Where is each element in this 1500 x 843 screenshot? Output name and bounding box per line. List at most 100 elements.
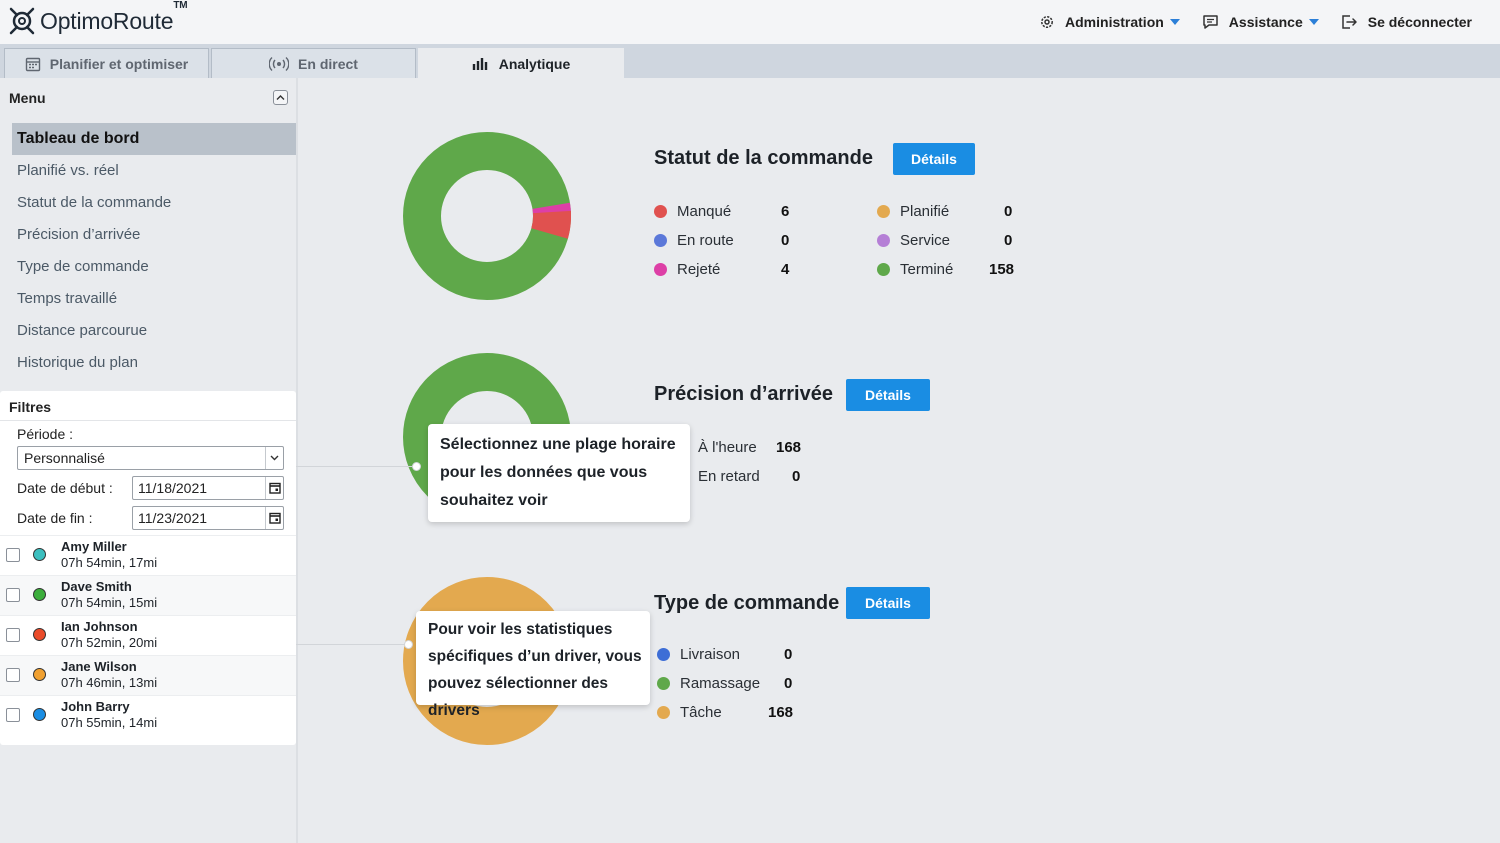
caret-down-icon [1308, 19, 1319, 25]
admin-label: Administration [1065, 14, 1164, 30]
driver-row[interactable]: Ian Johnson 07h 52min, 20mi [0, 615, 296, 655]
legend-item-delivery: Livraison [657, 646, 740, 663]
sidebar: Menu Tableau de bord Planifié vs. réel S… [0, 78, 298, 843]
start-date-value: 11/18/2021 [138, 480, 208, 496]
menu-item-time-worked[interactable]: Temps travaillé [12, 283, 296, 315]
callout-period-tip: Sélectionnez une plage horaire pour les … [428, 424, 690, 522]
driver-color-dot [33, 588, 46, 601]
legend-label: Livraison [680, 646, 741, 663]
collapse-menu-button[interactable] [273, 90, 288, 105]
driver-stats: 07h 54min, 17mi [61, 555, 158, 570]
top-bar: OptimoRouteTM Administration Assistance … [0, 0, 1500, 44]
legend-dot [654, 205, 667, 218]
legend-value: 0 [1004, 203, 1013, 220]
filters-panel: Filtres Période : Personnalisé Date de d… [0, 391, 296, 745]
divider [0, 420, 296, 421]
tab-live[interactable]: En direct [211, 48, 416, 78]
legend-dot [877, 205, 890, 218]
driver-stats: 07h 54min, 15mi [61, 595, 158, 610]
driver-checkbox[interactable] [6, 548, 20, 562]
start-date-input[interactable]: 11/18/2021 [132, 476, 284, 500]
driver-name: Dave Smith [61, 579, 132, 594]
logo-icon [9, 7, 35, 35]
admin-menu[interactable]: Administration [1039, 14, 1180, 30]
legend-item-service: Service [877, 232, 950, 249]
period-label: Période : [17, 426, 74, 442]
driver-checkbox[interactable] [6, 668, 20, 682]
arrival-late-label: En retard [698, 468, 760, 485]
support-label: Assistance [1228, 14, 1303, 30]
tab-analytics[interactable]: Analytique [418, 48, 624, 78]
order-status-donut[interactable] [403, 132, 571, 300]
legend-value: 0 [784, 646, 793, 663]
legend-label: Planifié [900, 203, 950, 220]
driver-checkbox[interactable] [6, 708, 20, 722]
driver-stats: 07h 55min, 14mi [61, 715, 158, 730]
order-status-title: Statut de la commande [654, 147, 873, 169]
tab-live-label: En direct [298, 55, 358, 72]
driver-row[interactable]: Dave Smith 07h 54min, 15mi [0, 575, 296, 615]
arrival-late-value: 0 [792, 468, 801, 485]
legend-label: Terminé [900, 261, 954, 278]
menu-item-order-status[interactable]: Statut de la commande [12, 187, 296, 219]
end-date-input[interactable]: 11/23/2021 [132, 506, 284, 530]
menu-item-plan-history[interactable]: Historique du plan [12, 347, 296, 379]
legend-item-en-route: En route [654, 232, 734, 249]
calendar-icon[interactable] [265, 507, 283, 529]
start-date-label: Date de début : [17, 480, 113, 496]
legend-item-missed: Manqué [654, 203, 731, 220]
legend-item-pickup: Ramassage [657, 675, 760, 692]
app-name: OptimoRouteTM [40, 0, 188, 34]
menu-item-arrival-accuracy[interactable]: Précision d’arrivée [12, 219, 296, 251]
filters-title: Filtres [9, 399, 52, 415]
legend-dot [654, 263, 667, 276]
support-menu[interactable]: Assistance [1202, 14, 1319, 30]
order-type-details-button[interactable]: Détails [846, 587, 930, 619]
driver-name: Amy Miller [61, 539, 127, 554]
bar-chart-icon [472, 56, 490, 72]
legend-item-task: Tâche [657, 704, 722, 721]
legend-dot [654, 234, 667, 247]
menu-item-planned-vs-actual[interactable]: Planifié vs. réel [12, 155, 296, 187]
driver-row[interactable]: Jane Wilson 07h 46min, 13mi [0, 655, 296, 695]
menu-item-distance[interactable]: Distance parcourue [12, 315, 296, 347]
app-logo[interactable]: OptimoRouteTM [8, 0, 188, 36]
legend-value: 0 [1004, 232, 1013, 249]
legend-label: En route [677, 232, 734, 249]
arrival-accuracy-title: Précision d’arrivée [654, 383, 833, 405]
menu-item-dashboard[interactable]: Tableau de bord [12, 123, 296, 155]
legend-dot [657, 677, 670, 690]
donut-slice-missed [531, 210, 571, 239]
legend-item-planned: Planifié [877, 203, 949, 220]
arrival-on-time-label: À l'heure [698, 439, 757, 456]
legend-label: Rejeté [677, 261, 721, 278]
callout-connector [296, 466, 416, 467]
order-status-details-button[interactable]: Détails [893, 143, 975, 175]
tab-bar: Planifier et optimiser En direct Analyti… [0, 44, 1500, 78]
driver-checkbox[interactable] [6, 628, 20, 642]
driver-color-dot [33, 668, 46, 681]
gear-icon [1039, 14, 1055, 30]
end-date-value: 11/23/2021 [138, 510, 208, 526]
period-select[interactable]: Personnalisé [17, 446, 284, 470]
legend-value: 6 [781, 203, 790, 220]
menu-item-order-type[interactable]: Type de commande [12, 251, 296, 283]
callout-connector [296, 644, 406, 645]
logout-label: Se déconnecter [1367, 14, 1472, 30]
driver-row[interactable]: John Barry 07h 55min, 14mi [0, 695, 296, 735]
driver-row[interactable]: Amy Miller 07h 54min, 17mi [0, 535, 296, 575]
chevron-down-icon [265, 447, 283, 469]
menu-list: Tableau de bord Planifié vs. réel Statut… [12, 123, 296, 379]
tab-plan[interactable]: Planifier et optimiser [4, 48, 209, 78]
arrival-accuracy-details-button[interactable]: Détails [846, 379, 930, 411]
broadcast-icon [269, 56, 290, 72]
legend-dot [877, 263, 890, 276]
driver-checkbox[interactable] [6, 588, 20, 602]
legend-value: 0 [781, 232, 790, 249]
logout-link[interactable]: Se déconnecter [1341, 14, 1472, 30]
chat-icon [1202, 14, 1219, 30]
callout-drivers-tip: Pour voir les statistiques spécifiques d… [416, 611, 650, 719]
calendar-icon[interactable] [265, 477, 283, 499]
legend-item-rejected: Rejeté [654, 261, 720, 278]
legend-label: Ramassage [680, 675, 761, 692]
